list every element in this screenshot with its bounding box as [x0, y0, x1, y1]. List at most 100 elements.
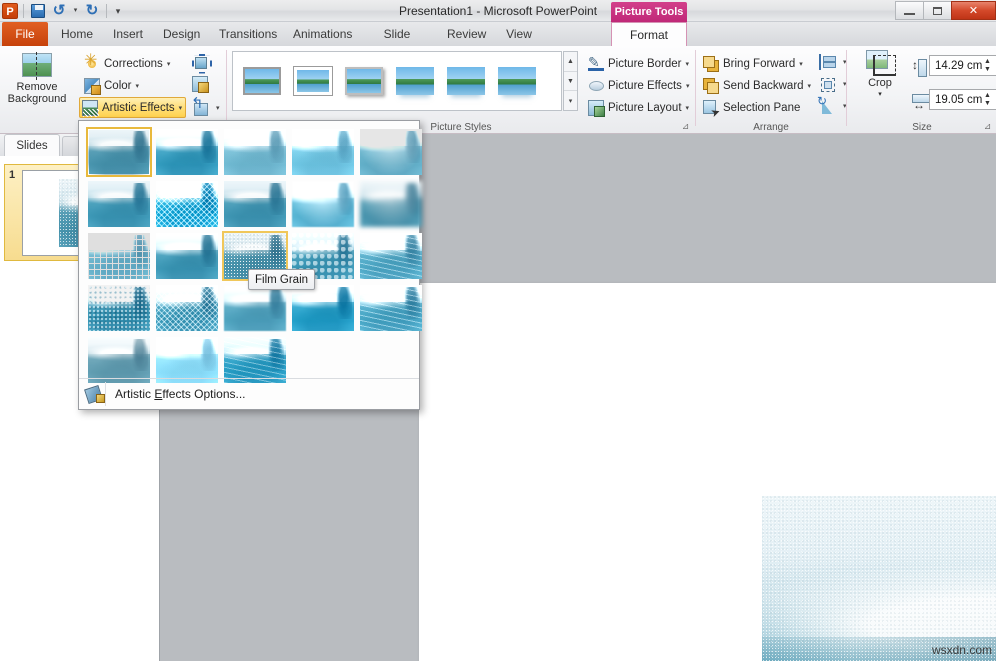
artistic-effect-plastic-wrap[interactable] — [357, 282, 425, 334]
size-dialog-launcher[interactable]: ⊿ — [982, 121, 993, 132]
tab-design[interactable]: Design — [154, 22, 206, 46]
artistic-effect-watercolor-sponge[interactable] — [85, 178, 153, 230]
style-preview — [294, 67, 332, 95]
spin-up-icon[interactable]: ▲ — [984, 92, 991, 100]
send-backward-button[interactable]: Send Backward ▾ — [701, 75, 813, 96]
scroll-down-icon[interactable]: ▼ — [564, 72, 577, 92]
artistic-effect-blur[interactable] — [357, 178, 425, 230]
artistic-effect-glass[interactable] — [357, 230, 425, 282]
chevron-down-icon: ▾ — [808, 82, 812, 90]
remove-background-button[interactable]: Remove Background — [2, 49, 72, 115]
artistic-effect-crisscross-etching[interactable] — [153, 178, 221, 230]
artistic-effect-pencil-grayscale[interactable] — [221, 126, 289, 178]
artistic-effect-line-drawing[interactable] — [357, 126, 425, 178]
selection-pane-icon — [703, 100, 719, 116]
artistic-effects-options-item[interactable]: Artistic Effects Options... — [79, 379, 419, 409]
maximize-button[interactable] — [923, 1, 951, 20]
contextual-tab-header: Picture Tools — [611, 2, 687, 22]
crop-icon — [865, 49, 895, 75]
effect-thumbnail — [156, 129, 218, 175]
artistic-effects-button[interactable]: Artistic Effects ▾ — [79, 97, 186, 118]
undo-dropdown-icon[interactable]: ▾ — [71, 2, 80, 20]
bring-forward-button[interactable]: Bring Forward ▾ — [701, 53, 813, 74]
picture-styles-gallery[interactable] — [232, 51, 562, 111]
effect-thumbnail — [360, 233, 422, 279]
corrections-button[interactable]: Corrections ▾ — [82, 53, 178, 74]
width-icon — [912, 93, 928, 109]
redo-button[interactable]: ↻ — [83, 2, 101, 20]
style-preview — [396, 67, 434, 95]
picture-layout-icon — [588, 100, 604, 116]
tab-file[interactable]: File — [2, 22, 48, 46]
picture-style-thumb[interactable] — [238, 62, 286, 100]
shape-height-spinner[interactable]: ▲ ▼ — [981, 55, 994, 76]
effect-thumbnail — [224, 181, 286, 227]
picture-tree-layer — [403, 287, 419, 319]
artistic-effect-marker[interactable] — [153, 126, 221, 178]
tab-home[interactable]: Home — [52, 22, 100, 46]
more-styles-icon[interactable]: ▾ — [564, 91, 577, 110]
tab-format[interactable]: Format — [611, 22, 687, 46]
slide-picture[interactable] — [762, 496, 996, 661]
picture-tree-layer — [267, 183, 283, 215]
picture-layout-button[interactable]: Picture Layout ▾ — [586, 97, 690, 118]
spin-up-icon[interactable]: ▲ — [984, 58, 991, 66]
picture-style-thumb[interactable] — [391, 62, 439, 100]
artistic-effect-cement[interactable] — [85, 282, 153, 334]
effect-tooltip: Film Grain — [248, 269, 315, 290]
tab-slides[interactable]: Slides — [4, 134, 60, 156]
artistic-effect-glow-diffused[interactable] — [289, 178, 357, 230]
compress-pictures-button[interactable] — [190, 73, 212, 94]
selection-pane-button[interactable]: Selection Pane — [701, 97, 813, 118]
compress-pictures-icon — [192, 76, 208, 92]
picture-effects-button[interactable]: Picture Effects ▾ — [586, 75, 690, 96]
picture-tree-layer — [335, 131, 351, 163]
close-button[interactable]: ✕ — [951, 1, 996, 20]
artistic-effect-pencil-sketch[interactable] — [289, 126, 357, 178]
picture-style-thumb[interactable] — [493, 62, 541, 100]
undo-button[interactable]: ↺ — [50, 2, 68, 20]
align-button[interactable]: ▾ — [817, 51, 847, 72]
artistic-effect-none[interactable] — [85, 126, 153, 178]
slide-canvas[interactable] — [419, 283, 996, 661]
shape-width-spinner[interactable]: ▲ ▼ — [981, 89, 994, 110]
spin-down-icon[interactable]: ▼ — [984, 100, 991, 108]
customize-qat-icon[interactable]: ▾ — [112, 2, 124, 20]
artistic-effect-texturizer[interactable] — [153, 282, 221, 334]
bring-forward-icon — [703, 56, 719, 72]
tab-review[interactable]: Review — [438, 22, 492, 46]
maximize-icon — [933, 7, 942, 15]
chevron-down-icon: ▾ — [135, 82, 139, 90]
picture-styles-dialog-launcher[interactable]: ⊿ — [680, 121, 691, 132]
picture-styles-scroll[interactable]: ▲ ▼ ▾ — [563, 51, 578, 111]
artistic-effect-paint-strokes[interactable] — [153, 230, 221, 282]
spin-down-icon[interactable]: ▼ — [984, 66, 991, 74]
chevron-down-icon: ▾ — [878, 89, 882, 101]
picture-style-thumb[interactable] — [289, 62, 337, 100]
picture-style-thumb[interactable] — [442, 62, 490, 100]
rotate-button[interactable]: ▾ — [817, 95, 847, 116]
watermark: wsxdn.com — [932, 643, 992, 657]
tab-insert[interactable]: Insert — [104, 22, 150, 46]
reset-picture-button[interactable] — [190, 51, 212, 72]
artistic-effect-light-screen[interactable] — [85, 230, 153, 282]
minimize-button[interactable] — [895, 1, 923, 20]
effect-thumbnail — [88, 337, 150, 383]
artistic-effects-options-icon — [85, 384, 105, 404]
tab-view[interactable]: View — [496, 22, 542, 46]
tab-transitions[interactable]: Transitions — [210, 22, 280, 46]
scroll-up-icon[interactable]: ▲ — [564, 52, 577, 72]
tab-slide-show[interactable]: Slide Show — [360, 22, 434, 46]
tab-animations[interactable]: Animations — [284, 22, 356, 46]
picture-border-button[interactable]: Picture Border ▾ — [586, 53, 690, 74]
crop-button[interactable]: Crop ▾ — [854, 49, 906, 111]
save-button[interactable] — [29, 2, 47, 20]
style-preview — [498, 67, 536, 95]
picture-style-thumb[interactable] — [340, 62, 388, 100]
color-button[interactable]: Color ▾ — [82, 75, 178, 96]
artistic-effect-paint-brush[interactable] — [221, 178, 289, 230]
group-button[interactable]: ▾ — [817, 73, 847, 94]
change-picture-button[interactable]: ▾ — [190, 97, 224, 118]
quick-access-toolbar: P ↺ ▾ ↻ ▾ — [2, 1, 124, 21]
picture-border-label: Picture Border — [608, 58, 682, 70]
